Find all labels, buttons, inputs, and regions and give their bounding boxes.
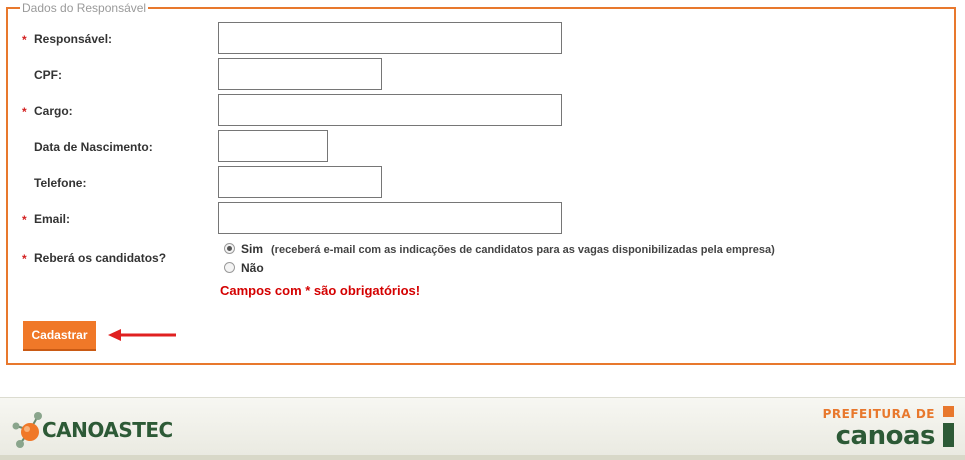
prefeitura-logo-bottom-text: canoas	[835, 421, 936, 451]
logo-square-orange	[943, 406, 954, 417]
email-input[interactable]	[218, 202, 562, 234]
cpf-label: CPF:	[34, 68, 62, 82]
arrow-left-icon	[108, 329, 176, 341]
receive-candidates-label: Reberá os candidatos?	[34, 251, 167, 265]
required-marker: *	[22, 213, 27, 227]
radio-sim-note: (receberá e-mail com as indicações de ca…	[271, 244, 775, 256]
responsavel-label: Responsável:	[34, 32, 113, 46]
required-marker: *	[22, 252, 27, 266]
radio-sim-label: Sim	[241, 242, 264, 256]
radio-sim[interactable]	[224, 243, 235, 254]
required-marker: *	[22, 33, 27, 47]
responsible-data-fieldset: Dados do Responsável * Responsável: CPF:…	[6, 0, 956, 365]
logo-bar-green	[943, 423, 954, 447]
fieldset-legend: Dados do Responsável	[20, 0, 149, 16]
phone-input[interactable]	[218, 166, 382, 198]
radio-option-nao[interactable]: Não	[224, 261, 272, 279]
required-marker: *	[22, 105, 27, 119]
prefeitura-canoas-logo[interactable]: PREFEITURA DE canoas	[820, 404, 960, 454]
email-label: Email:	[34, 212, 71, 226]
canoastec-logo-text: CANOASTEC	[42, 418, 173, 442]
molecule-icon	[12, 412, 42, 448]
cargo-input[interactable]	[218, 94, 562, 126]
prefeitura-logo-top-text: PREFEITURA DE	[822, 407, 935, 421]
radio-nao[interactable]	[224, 262, 235, 273]
footer: CANOASTEC PREFEITURA DE canoas	[0, 397, 965, 460]
required-fields-note: Campos com * são obrigatórios!	[220, 283, 421, 298]
cpf-input[interactable]	[218, 58, 382, 90]
birthdate-input[interactable]	[218, 130, 328, 162]
responsavel-input[interactable]	[218, 22, 562, 54]
cadastrar-button[interactable]: Cadastrar	[23, 321, 96, 351]
phone-label: Telefone:	[34, 176, 87, 190]
radio-option-sim[interactable]: Sim (receberá e-mail com as indicações de…	[224, 242, 775, 260]
cargo-label: Cargo:	[34, 104, 73, 118]
radio-nao-label: Não	[241, 261, 264, 275]
footer-bottom-bar	[0, 455, 965, 460]
birthdate-label: Data de Nascimento:	[34, 140, 153, 154]
